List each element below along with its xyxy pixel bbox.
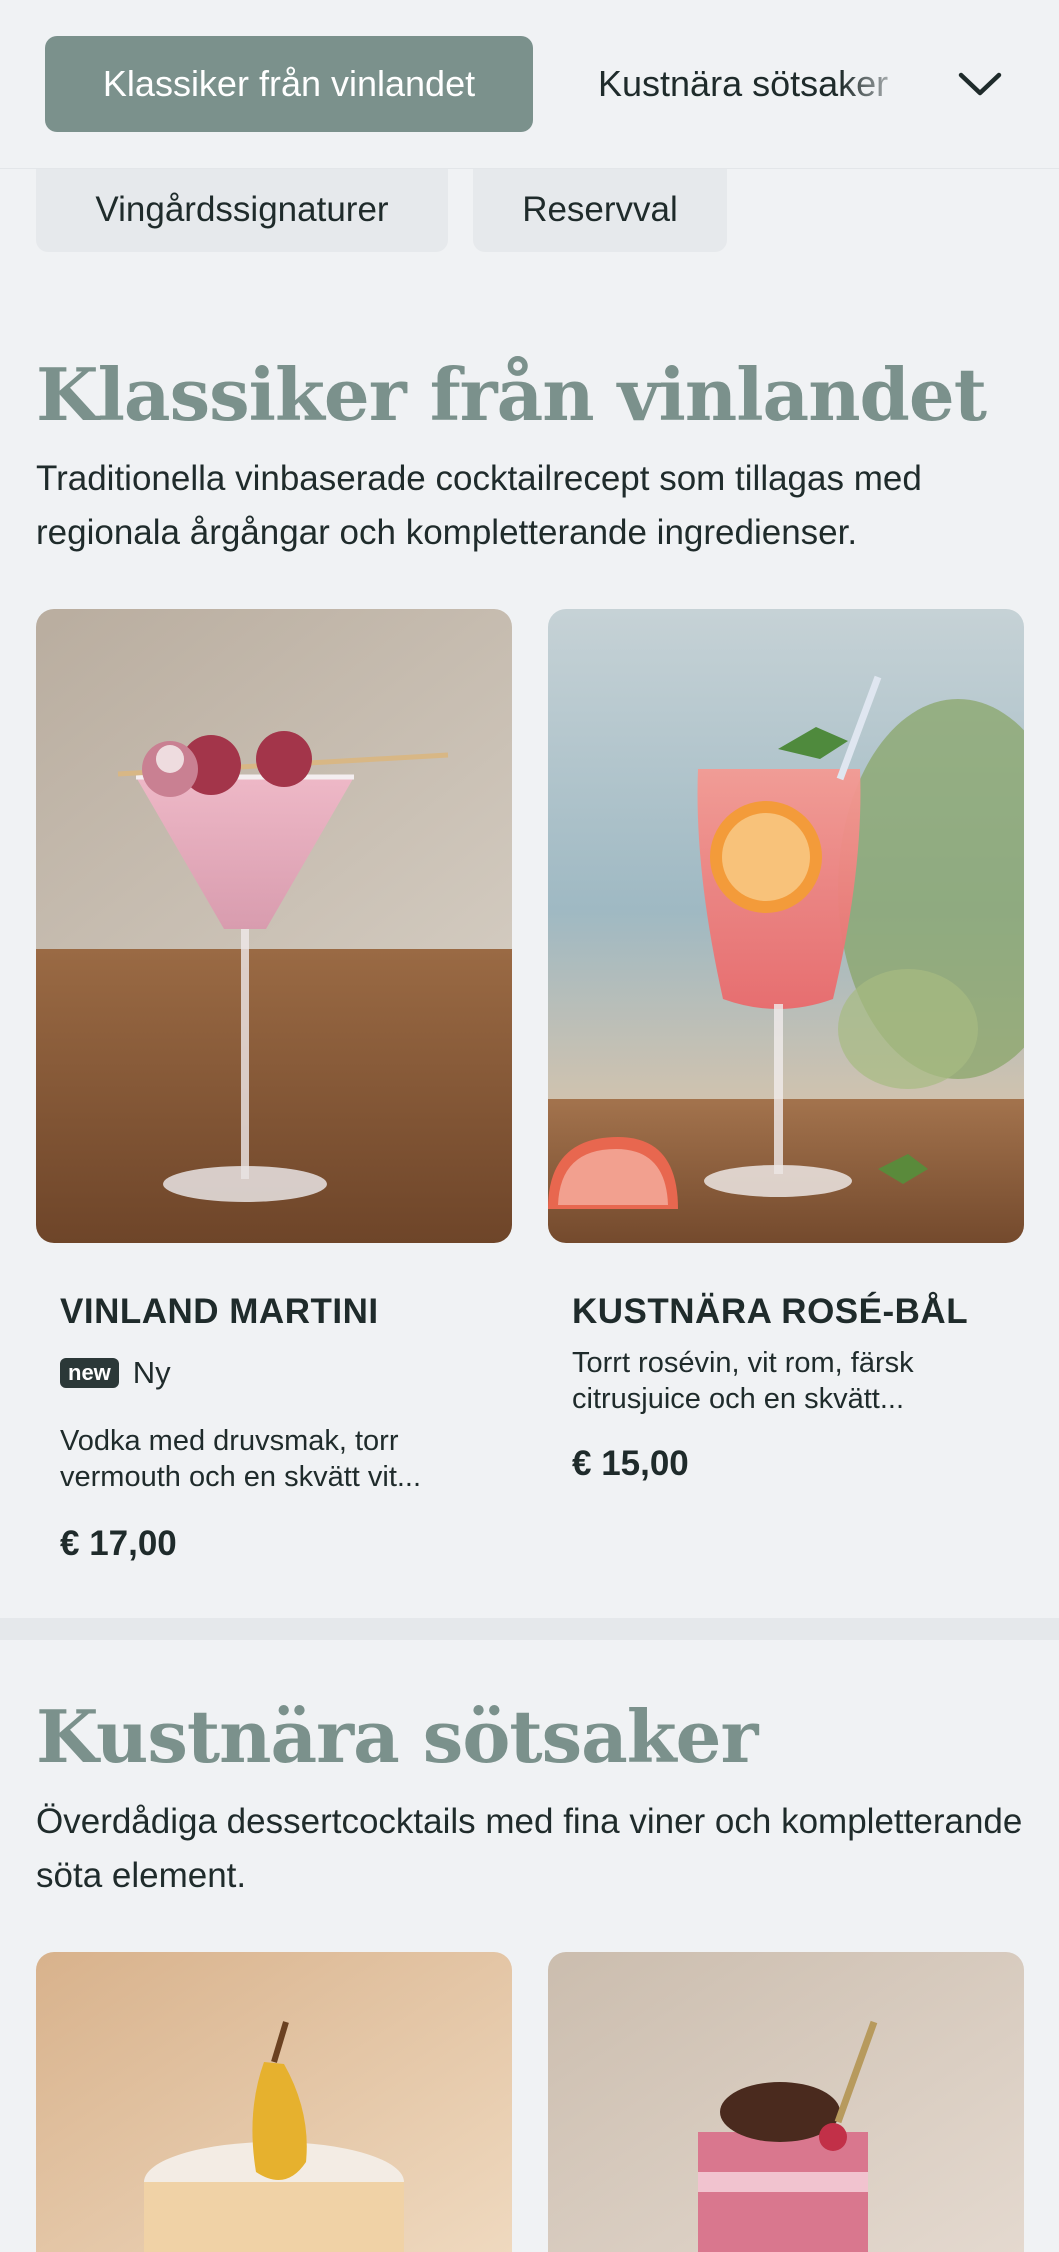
- item-price: € 17,00: [60, 1524, 177, 1563]
- item-price: € 15,00: [572, 1444, 689, 1483]
- menu-item-card[interactable]: [548, 1952, 1024, 2252]
- new-badge-label: Ny: [132, 1355, 171, 1390]
- scroll-fade: [840, 36, 930, 132]
- item-description: Vodka med druvsmak, torr vermouth och en…: [60, 1425, 422, 1493]
- item-name: KUSTNÄRA ROSÉ-BÅL: [572, 1292, 969, 1331]
- new-badge-row: new Ny: [60, 1355, 171, 1391]
- tab-klassiker[interactable]: Klassiker från vinlandet: [45, 36, 533, 132]
- section-divider: [0, 1618, 1059, 1640]
- section-title: Kustnära sötsaker: [36, 1694, 758, 1779]
- menu-item-card[interactable]: VINLAND MARTINI new Ny Vodka med druvsma…: [36, 609, 512, 1589]
- item-name: VINLAND MARTINI: [60, 1292, 379, 1331]
- pear-dessert-cocktail-image: [36, 1952, 512, 2252]
- kustnara-rose-bal-image: [548, 609, 1024, 1243]
- chevron-down-icon: [958, 72, 1002, 96]
- section-description: Överdådiga dessertcocktails med fina vin…: [36, 1802, 1023, 1895]
- section-description: Traditionella vinbaserade cocktailrecept…: [36, 459, 922, 552]
- item-description: Torrt rosévin, vit rom, färsk citrusjuic…: [572, 1347, 914, 1415]
- new-badge: new: [60, 1358, 119, 1388]
- expand-categories-button[interactable]: [952, 56, 1008, 112]
- menu-item-card[interactable]: [36, 1952, 512, 2252]
- chocolate-berry-dessert-image: [548, 1952, 1024, 2252]
- subtab-reservval[interactable]: Reservval: [473, 168, 727, 252]
- category-nav: Klassiker från vinlandet Kustnära sötsak…: [0, 0, 1059, 169]
- menu-item-card[interactable]: KUSTNÄRA ROSÉ-BÅL Torrt rosévin, vit rom…: [548, 609, 1024, 1509]
- subtab-vingardssignaturer[interactable]: Vingårdssignaturer: [36, 168, 448, 252]
- section-title: Klassiker från vinlandet: [36, 352, 987, 437]
- subcategory-tabs: Vingårdssignaturer Reservval: [0, 168, 1059, 252]
- vinland-martini-image: [36, 609, 512, 1243]
